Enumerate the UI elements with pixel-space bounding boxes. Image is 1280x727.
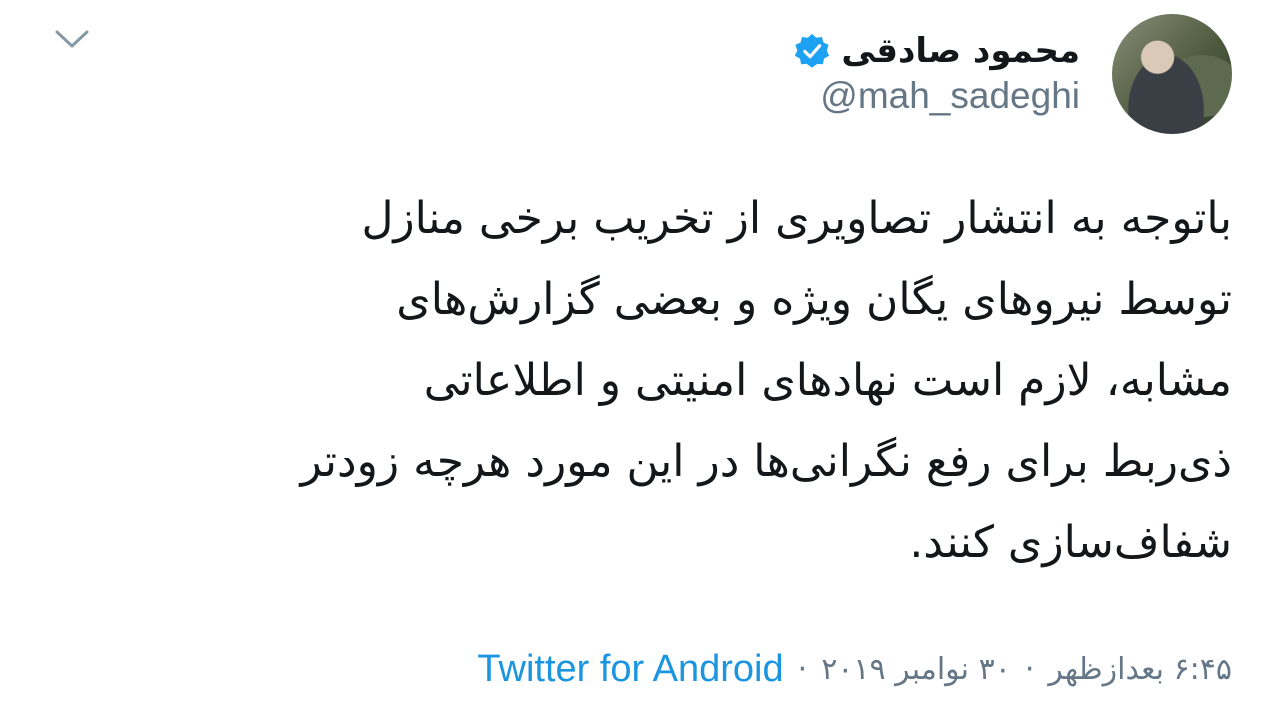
display-name[interactable]: محمود صادقی bbox=[841, 31, 1080, 71]
tweet-text-line: ذی‌ربط برای رفع نگرانی‌ها در این مورد هر… bbox=[300, 436, 1232, 487]
tweet-time[interactable]: ۶:۴۵ بعدازظهر bbox=[1048, 652, 1232, 687]
avatar[interactable] bbox=[1112, 14, 1232, 134]
tweet-text: باتوجه به انتشار تصاویری از تخریب برخی م… bbox=[50, 178, 1232, 583]
tweet-text-line: مشابه، لازم است نهادهای امنیتی و اطلاعات… bbox=[423, 355, 1232, 406]
meta-separator: · bbox=[797, 651, 808, 687]
tweet-meta: ۶:۴۵ بعدازظهر · ۳۰ نوامبر ۲۰۱۹ · Twitter… bbox=[477, 644, 1232, 694]
author-info: محمود صادقی @mah_sadeghi bbox=[793, 31, 1080, 117]
tweet-text-line: شفاف‌سازی کنند. bbox=[909, 517, 1232, 568]
meta-separator: · bbox=[1024, 651, 1035, 687]
tweet-header: محمود صادقی @mah_sadeghi bbox=[793, 14, 1232, 134]
verified-badge-icon bbox=[795, 33, 830, 68]
tweet-text-line: توسط نیروهای یگان ویژه و بعضی گزارش‌های bbox=[396, 274, 1232, 325]
name-row: محمود صادقی bbox=[793, 31, 1080, 71]
user-handle[interactable]: @mah_sadeghi bbox=[820, 75, 1080, 117]
chevron-down-icon[interactable] bbox=[52, 22, 92, 56]
tweet-date[interactable]: ۳۰ نوامبر ۲۰۱۹ bbox=[821, 652, 1011, 687]
tweet-source-link[interactable]: Twitter for Android bbox=[477, 648, 783, 691]
tweet-text-line: باتوجه به انتشار تصاویری از تخریب برخی م… bbox=[361, 193, 1232, 244]
